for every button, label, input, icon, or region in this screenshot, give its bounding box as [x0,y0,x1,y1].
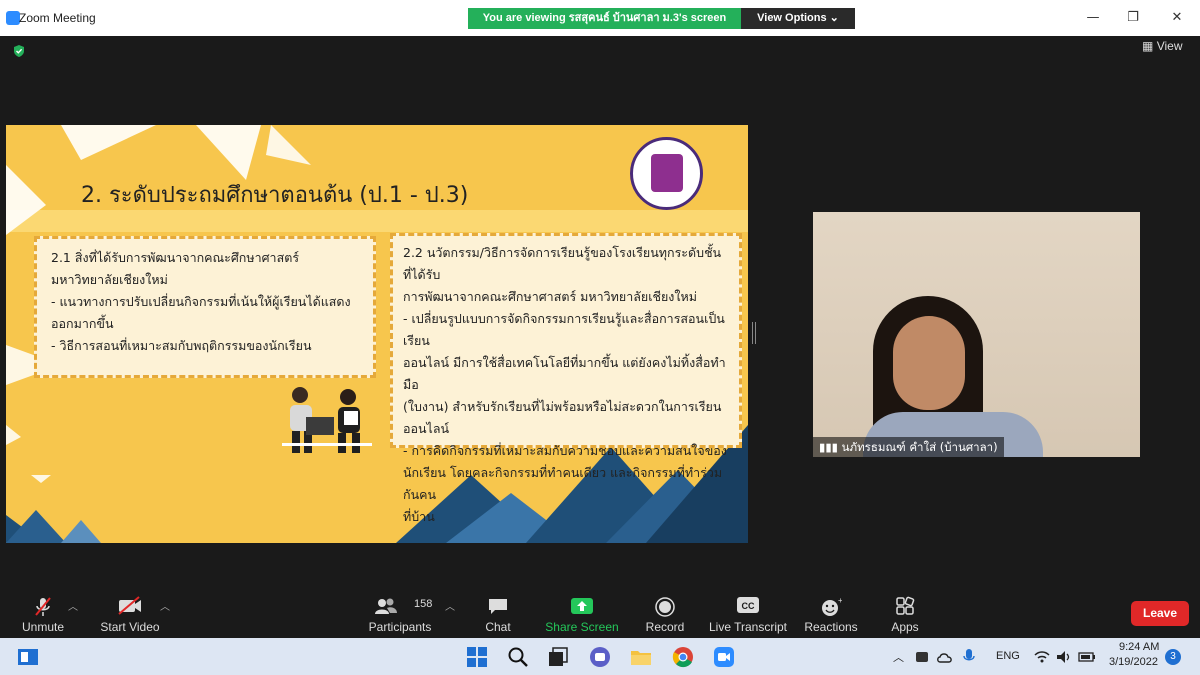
shared-screen-slide: 2. ระดับประถมศึกษาตอนต้น (ป.1 - ป.3) 2.1… [6,125,748,543]
volume-icon[interactable] [1056,650,1072,664]
box1-line: - วิธีการสอนที่เหมาะสมกับพฤติกรรมของนักเ… [51,338,312,353]
participant-face [893,316,965,410]
participants-count: 158 [414,598,433,610]
audio-options-caret[interactable]: ︿ [68,598,78,613]
closed-caption-icon: CC [737,597,759,613]
box2-line: การพัฒนาจากคณะศึกษาศาสตร์ มหาวิทยาลัยเชี… [403,289,697,304]
participants-label: Participants [368,620,432,634]
screen-share-banner: You are viewing รสสุคนธ์ บ้านศาลา ม.3's … [468,8,741,29]
participants-icon [375,598,398,614]
box2-line: ออนไลน์ มีการใช้สื่อเทคโนโลยีที่มากขึ้น … [403,355,726,392]
box2-line: 2.2 นวัตกรรม/วิธีการจัดการเรียนรู้ของโรง… [403,245,722,282]
slide-box-2-1: 2.1 สิ่งที่ได้รับการพัฒนาจากคณะศึกษาศาสต… [34,236,376,378]
participants-options-caret[interactable]: ︿ [445,598,455,613]
start-windows-icon[interactable] [466,646,488,668]
shield-icon[interactable] [12,44,26,58]
school-emblem [651,154,683,192]
clock-time[interactable]: 9:24 AM [1119,641,1159,653]
svg-text:CC: CC [742,601,755,611]
chat-label: Chat [485,620,511,634]
meeting-area: ▦ View 2. ระดับประถมศึกษาตอนต้น (ป.1 - ป… [0,36,1200,588]
reactions-icon: + [822,596,842,616]
window-titlebar: Zoom Meeting You are viewing รสสุคนธ์ บ้… [0,0,1200,36]
school-logo [630,137,703,210]
input-language[interactable]: ENG [996,650,1020,662]
chat-button[interactable]: Chat [476,588,520,638]
leave-button[interactable]: Leave [1131,601,1189,626]
notification-badge[interactable]: 3 [1165,649,1181,665]
window-title: Zoom Meeting [19,11,96,25]
box2-line: นักเรียน โดยคละกิจกรรมที่ทำคนเดียว และกิ… [403,465,723,502]
task-switcher-icon[interactable] [547,646,569,668]
video-off-icon [118,596,141,615]
file-explorer-icon[interactable] [630,646,652,668]
record-button[interactable]: Record [640,588,690,638]
box2-line: ออนไลน์ [403,421,450,436]
zoom-app-icon [6,11,20,25]
share-screen-icon [571,598,593,614]
windows-taskbar: ︿ ENG 9:24 AM 3/19/2022 3 [0,638,1200,675]
start-video-label: Start Video [100,620,160,634]
apps-icon [896,596,915,615]
box2-line: - เปลี่ยนรูปแบบการจัดกิจกรรมการเรียนรู้แ… [403,311,725,348]
unmute-button[interactable]: Unmute [14,588,72,638]
svg-text:+: + [838,596,842,605]
panel-resize-handle[interactable] [752,322,756,344]
tray-app-icon[interactable] [914,649,930,665]
participant-video-tile[interactable]: ▮▮▮ นภัทรธมณฑ์ คำใส่ (บ้านศาลา) [813,212,1140,457]
view-button[interactable]: ▦ View [1142,39,1182,53]
slide-heading: 2. ระดับประถมศึกษาตอนต้น (ป.1 - ป.3) [81,183,469,208]
zoom-taskbar-icon[interactable] [713,646,735,668]
live-transcript-label: Live Transcript [708,620,788,634]
unmute-label: Unmute [21,620,65,634]
participant-name: นภัทรธมณฑ์ คำใส่ (บ้านศาลา) [841,440,998,454]
participant-name-label: ▮▮▮ นภัทรธมณฑ์ คำใส่ (บ้านศาลา) [813,437,1004,457]
box1-line: มหาวิทยาลัยเชียงใหม่ [51,272,168,287]
share-screen-button[interactable]: Share Screen [544,588,620,638]
meeting-toolbar: Unmute ︿ Start Video ︿ 158 Participants … [0,588,1200,638]
signal-bars-icon: ▮▮▮ [819,440,838,454]
clock-date[interactable]: 3/19/2022 [1109,656,1158,668]
participants-button[interactable]: 158 Participants [366,588,434,638]
wifi-icon[interactable] [1034,650,1050,664]
chrome-icon[interactable] [672,646,694,668]
close-button[interactable]: ✕ [1162,8,1192,28]
onedrive-icon[interactable] [936,649,954,665]
restore-button[interactable]: ❐ [1118,8,1148,28]
view-options-button[interactable]: View Options ⌄ [741,8,855,29]
chat-icon [489,599,507,614]
teams-chat-icon[interactable] [589,646,611,668]
minimize-button[interactable]: — [1078,8,1108,28]
apps-label: Apps [891,620,919,634]
view-label: View [1156,39,1183,53]
people-illustration [282,387,372,453]
box1-line: 2.1 สิ่งที่ได้รับการพัฒนาจากคณะศึกษาศาสต… [51,250,300,265]
microphone-in-use-icon[interactable] [962,648,976,666]
video-options-caret[interactable]: ︿ [160,598,170,613]
box2-line: - การคิดกิจกรรมที่เหมาะสมกับความชอบและคว… [403,443,727,458]
search-icon[interactable] [507,646,529,668]
record-label: Record [645,620,685,634]
live-transcript-button[interactable]: CC Live Transcript [708,588,788,638]
box1-line: - แนวทางการปรับเปลี่ยนกิจกรรมที่เน้นให้ผ… [51,294,351,309]
grid-icon: ▦ [1142,39,1154,53]
apps-button[interactable]: Apps [884,588,926,638]
share-screen-label: Share Screen [545,620,619,634]
record-icon [655,597,675,617]
box2-line: ที่บ้าน [403,509,435,524]
slide-box-2-2: 2.2 นวัตกรรม/วิธีการจัดการเรียนรู้ของโรง… [390,233,742,524]
task-view-icon[interactable] [17,646,39,668]
reactions-label: Reactions [804,620,858,634]
reactions-button[interactable]: + Reactions [802,588,860,638]
box1-line: ออกมากขึ้น [51,316,114,331]
microphone-muted-icon [35,597,51,616]
tray-overflow-chevron-icon[interactable]: ︿ [893,649,904,665]
box2-line: (ใบงาน) สำหรับรักเรียนที่ไม่พร้อมหรือไม่… [403,399,722,414]
start-video-button[interactable]: Start Video [98,588,162,638]
battery-icon[interactable] [1078,650,1096,664]
